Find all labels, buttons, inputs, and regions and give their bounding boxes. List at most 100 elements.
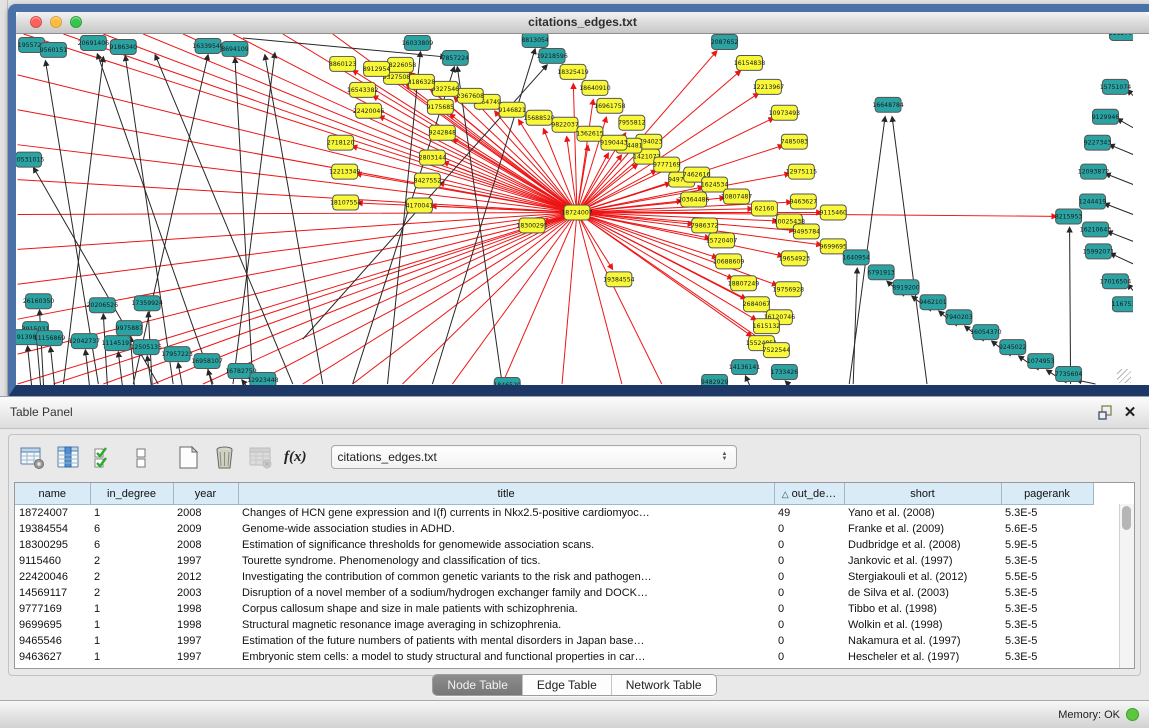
select-column-button[interactable]: [55, 444, 82, 471]
network-node[interactable]: 1167531: [1112, 297, 1133, 312]
table-cell[interactable]: 2008: [173, 505, 238, 522]
table-cell[interactable]: 1998: [173, 601, 238, 617]
table-cell[interactable]: 2003: [173, 585, 238, 601]
network-node[interactable]: 9495784: [793, 224, 821, 239]
table-cell[interactable]: Tourette syndrome. Phenomenology and cla…: [238, 553, 774, 569]
table-cell[interactable]: Disruption of a novel member of a sodium…: [238, 585, 774, 601]
table-cell[interactable]: Estimation of significance thresholds fo…: [238, 537, 774, 553]
table-cell[interactable]: 5.9E-5: [1001, 537, 1093, 553]
function-builder-button[interactable]: f(x): [283, 444, 308, 471]
table-cell[interactable]: 5.5E-5: [1001, 569, 1093, 585]
close-window-button[interactable]: [30, 16, 42, 28]
network-node[interactable]: 1112704: [1109, 34, 1133, 40]
network-node[interactable]: 12923448: [247, 373, 278, 385]
network-node[interactable]: 1733426: [771, 365, 799, 380]
unselect-all-columns-button[interactable]: [127, 444, 154, 471]
network-node[interactable]: 9327546: [432, 81, 460, 96]
table-scrollbar-thumb[interactable]: [1122, 506, 1131, 530]
table-cell[interactable]: 0: [774, 601, 844, 617]
table-cell[interactable]: 9465546: [15, 633, 90, 649]
tab-node-table[interactable]: Node Table: [433, 675, 522, 695]
network-node[interactable]: 7735604: [1055, 367, 1083, 382]
table-cell[interactable]: 2008: [173, 537, 238, 553]
window-titlebar[interactable]: citations_edges.txt: [16, 12, 1149, 34]
network-node[interactable]: 2087652: [711, 34, 739, 49]
network-node[interactable]: 12975115: [786, 164, 817, 179]
table-cell[interactable]: Franke et al. (2009): [844, 521, 1001, 537]
network-node[interactable]: 9190443: [600, 135, 628, 150]
table-cell[interactable]: Yano et al. (2008): [844, 505, 1001, 522]
network-node[interactable]: 14136141: [729, 360, 760, 375]
table-cell[interactable]: 9463627: [15, 649, 90, 665]
network-node[interactable]: 7485083: [781, 134, 809, 149]
table-cell[interactable]: 0: [774, 617, 844, 633]
table-cell[interactable]: 0: [774, 521, 844, 537]
column-header-name[interactable]: name: [15, 483, 90, 505]
network-node[interactable]: 16543382: [347, 82, 378, 97]
network-node[interactable]: 10973493: [769, 105, 800, 120]
network-node[interactable]: 15751074: [1100, 79, 1131, 94]
tab-edge-table[interactable]: Edge Table: [522, 675, 611, 695]
network-node[interactable]: 20364486: [678, 192, 709, 207]
float-panel-icon[interactable]: [1097, 404, 1115, 422]
network-node[interactable]: 7940203: [945, 310, 973, 325]
network-node[interactable]: 19654923: [779, 251, 810, 266]
delete-icon[interactable]: [211, 444, 238, 471]
table-cell[interactable]: 1997: [173, 553, 238, 569]
network-node[interactable]: 19218596: [536, 48, 567, 63]
network-node[interactable]: 16033809: [402, 35, 433, 50]
network-node[interactable]: 9242848: [429, 125, 457, 140]
network-node[interactable]: 18325419: [557, 64, 588, 79]
network-node[interactable]: 9129946: [1092, 109, 1120, 124]
table-cell[interactable]: Changes of HCN gene expression and I(f) …: [238, 505, 774, 522]
network-node[interactable]: 15720407: [706, 233, 737, 248]
network-node[interactable]: 16339540: [192, 38, 223, 53]
table-cell[interactable]: 2: [90, 553, 173, 569]
table-row[interactable]: 969969511998Structural magnetic resonanc…: [15, 617, 1135, 633]
table-cell[interactable]: 1997: [173, 649, 238, 665]
table-cell[interactable]: 9699695: [15, 617, 90, 633]
network-node[interactable]: 17957223: [161, 347, 192, 362]
network-node[interactable]: 16210643: [1080, 222, 1111, 237]
network-node[interactable]: 8427552: [414, 173, 442, 188]
window-resize-grip[interactable]: [1117, 369, 1131, 383]
network-node[interactable]: 12093872: [1078, 164, 1109, 179]
network-node[interactable]: 7986372: [691, 218, 719, 233]
table-cell[interactable]: 0: [774, 569, 844, 585]
table-cell[interactable]: 0: [774, 649, 844, 665]
table-cell[interactable]: 2: [90, 569, 173, 585]
network-node[interactable]: 8912954: [363, 61, 391, 76]
network-node[interactable]: 17359924: [132, 296, 163, 311]
table-cell[interactable]: 5.3E-5: [1001, 505, 1093, 522]
table-cell[interactable]: 1: [90, 617, 173, 633]
network-node[interactable]: 9186340: [110, 39, 138, 54]
table-row[interactable]: 1938455462009Genome-wide association stu…: [15, 521, 1135, 537]
table-scrollbar[interactable]: [1119, 504, 1134, 668]
table-row[interactable]: 977716911998Corpus callosum shape and si…: [15, 601, 1135, 617]
network-node[interactable]: 6791913: [867, 265, 895, 280]
network-node[interactable]: 9227343: [1084, 135, 1112, 150]
table-cell[interactable]: 5.3E-5: [1001, 553, 1093, 569]
delete-table-button[interactable]: [247, 444, 274, 471]
table-cell[interactable]: Nakamura et al. (1997): [844, 633, 1001, 649]
node-table[interactable]: namein_degreeyeartitle△out_de…shortpager…: [15, 483, 1135, 665]
network-node[interactable]: 9462101: [919, 295, 947, 310]
column-header-pagerank[interactable]: pagerank: [1001, 483, 1093, 505]
network-node[interactable]: 9115460: [820, 205, 848, 220]
network-node[interactable]: 12213349: [329, 164, 360, 179]
table-row[interactable]: 1872400712008Changes of HCN gene express…: [15, 505, 1135, 522]
network-node[interactable]: 10807487: [721, 189, 752, 204]
close-panel-icon[interactable]: ✕: [1121, 404, 1139, 422]
network-node[interactable]: 2803144: [419, 150, 447, 165]
table-cell[interactable]: Investigating the contribution of common…: [238, 569, 774, 585]
network-node[interactable]: 62160: [751, 201, 777, 216]
table-cell[interactable]: 5.3E-5: [1001, 617, 1093, 633]
network-node[interactable]: 19756928: [773, 282, 804, 297]
network-node[interactable]: 16154838: [734, 55, 765, 70]
network-node[interactable]: 12505135: [131, 340, 162, 355]
table-cell[interactable]: Genome-wide association studies in ADHD.: [238, 521, 774, 537]
table-cell[interactable]: 18300295: [15, 537, 90, 553]
column-header-title[interactable]: title: [238, 483, 774, 505]
column-header-year[interactable]: year: [173, 483, 238, 505]
network-node[interactable]: 20206526: [87, 298, 118, 313]
